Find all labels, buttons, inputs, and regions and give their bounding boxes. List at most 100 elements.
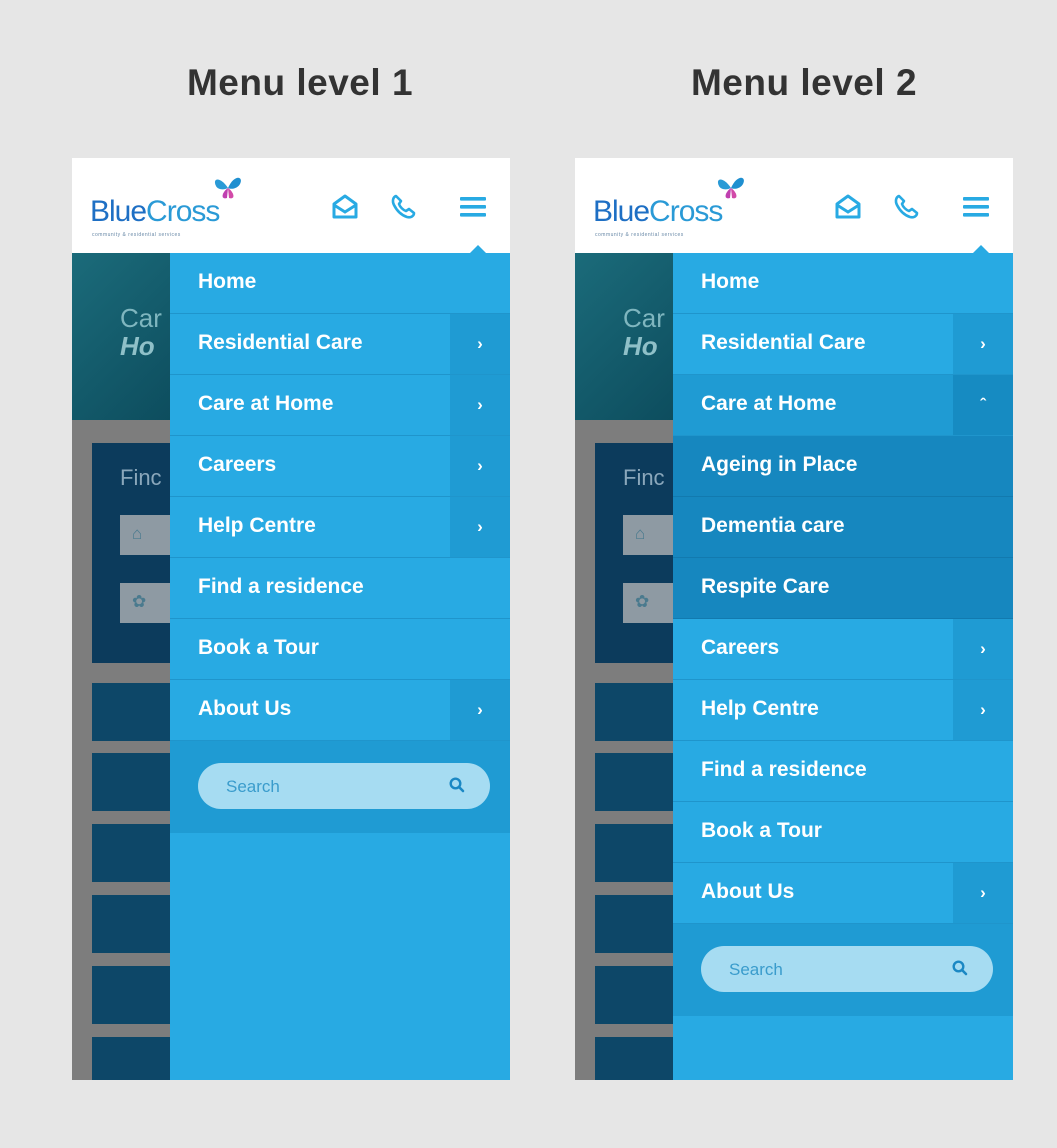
search-icon[interactable] (951, 959, 969, 977)
menu-item-find-a-residence[interactable]: Find a residence (170, 558, 510, 619)
hero-title-line2: Ho (623, 331, 658, 361)
menu-item-residential-care[interactable]: Residential Care › (170, 314, 510, 375)
phone-icon[interactable] (388, 192, 418, 222)
page-block (92, 966, 170, 1024)
hero-banner: Car Ho (72, 253, 170, 420)
logo-wordmark: BlueCross (90, 195, 220, 228)
menu-item-label: Help Centre (198, 514, 316, 537)
find-home-button[interactable]: ⌂ (623, 515, 673, 555)
chevron-right-icon[interactable]: › (953, 314, 1013, 374)
menu-item-label: About Us (701, 880, 795, 903)
home-icon: ⌂ (635, 524, 646, 543)
mail-icon[interactable] (330, 192, 360, 222)
phone-icon[interactable] (891, 192, 921, 222)
menu-item-label: Find a residence (701, 758, 867, 781)
menu-level-1-title: Menu level 1 (186, 62, 414, 103)
search-box[interactable] (198, 763, 490, 809)
submenu-item-label: Ageing in Place (701, 453, 858, 476)
submenu-item-respite-care[interactable]: Respite Care (673, 558, 1013, 619)
hamburger-menu-icon[interactable] (961, 192, 991, 222)
search-input[interactable] (224, 774, 438, 800)
menu-item-about-us[interactable]: About Us › (673, 863, 1013, 924)
chevron-right-icon[interactable]: › (450, 375, 510, 435)
hamburger-menu-icon[interactable] (458, 192, 488, 222)
menu-item-book-a-tour[interactable]: Book a Tour (170, 619, 510, 680)
find-butterfly-button[interactable]: ✿ (623, 583, 673, 623)
chevron-right-icon[interactable]: › (450, 436, 510, 496)
hero-banner: Car Ho (575, 253, 673, 420)
submenu-item-ageing-in-place[interactable]: Ageing in Place (673, 436, 1013, 497)
find-panel-label: Finc (623, 465, 665, 490)
chevron-right-icon[interactable]: › (450, 314, 510, 374)
menu-item-label: Help Centre (701, 697, 819, 720)
menu-item-about-us[interactable]: About Us › (170, 680, 510, 741)
page-block (595, 824, 673, 882)
page-block (595, 895, 673, 953)
find-home-button[interactable]: ⌂ (120, 515, 170, 555)
menu-item-label: Careers (701, 636, 780, 659)
chevron-right-icon[interactable]: › (450, 497, 510, 557)
chevron-right-icon[interactable]: › (953, 680, 1013, 740)
site-header: BlueCross community & residential servic… (575, 158, 1013, 254)
menu-level-2-title: Menu level 2 (690, 62, 918, 103)
home-icon: ⌂ (132, 524, 143, 543)
menu-item-find-a-residence[interactable]: Find a residence (673, 741, 1013, 802)
logo-wordmark: BlueCross (593, 195, 723, 228)
mobile-screen-level-2: Car Ho Finc ⌂ ✿ BlueCross community & re… (575, 158, 1013, 1080)
search-box[interactable] (701, 946, 993, 992)
search-icon[interactable] (448, 776, 466, 794)
bluecross-logo[interactable]: BlueCross community & residential servic… (90, 172, 260, 242)
butterfly-icon: ✿ (635, 592, 650, 611)
menu-item-book-a-tour[interactable]: Book a Tour (673, 802, 1013, 863)
hero-title-line1: Car (623, 303, 665, 333)
page-block (92, 683, 170, 741)
nav-menu-level-1: Home Residential Care › Care at Home › Car… (170, 253, 510, 1080)
menu-item-label: Care at Home (198, 392, 334, 415)
submenu-item-label: Respite Care (701, 575, 830, 598)
chevron-right-icon[interactable]: › (953, 863, 1013, 923)
menu-item-label: Find a residence (198, 575, 364, 598)
nav-menu-level-2: Home Residential Care › Care at Home ˆ Age… (673, 253, 1013, 1080)
submenu-item-label: Dementia care (701, 514, 845, 537)
submenu-item-dementia-care[interactable]: Dementia care (673, 497, 1013, 558)
page-block (92, 753, 170, 811)
chevron-up-icon[interactable]: ˆ (953, 375, 1013, 435)
menu-item-home[interactable]: Home (170, 253, 510, 314)
page-block (595, 753, 673, 811)
menu-item-residential-care[interactable]: Residential Care › (673, 314, 1013, 375)
search-input[interactable] (727, 957, 941, 983)
search-area (673, 924, 1013, 1016)
menu-item-care-at-home[interactable]: Care at Home › (170, 375, 510, 436)
logo-tagline: community & residential services (595, 232, 684, 238)
menu-item-label: About Us (198, 697, 292, 720)
menu-item-label: Care at Home (701, 392, 837, 415)
menu-item-label: Book a Tour (198, 636, 319, 659)
find-panel-label: Finc (120, 465, 162, 490)
page-block (595, 683, 673, 741)
butterfly-icon: ✿ (132, 592, 147, 611)
menu-item-care-at-home-expanded[interactable]: Care at Home ˆ (673, 375, 1013, 436)
menu-item-label: Careers (198, 453, 277, 476)
menu-item-careers[interactable]: Careers › (170, 436, 510, 497)
chevron-right-icon[interactable]: › (953, 619, 1013, 679)
page-block (595, 966, 673, 1024)
menu-item-help-centre[interactable]: Help Centre › (170, 497, 510, 558)
menu-item-home[interactable]: Home (673, 253, 1013, 314)
menu-item-label: Home (701, 270, 760, 293)
menu-item-label: Home (198, 270, 257, 293)
logo-tagline: community & residential services (92, 232, 181, 238)
page-block (92, 824, 170, 882)
menu-item-label: Book a Tour (701, 819, 822, 842)
page-block (595, 1037, 673, 1080)
bluecross-logo[interactable]: BlueCross community & residential servic… (593, 172, 763, 242)
mail-icon[interactable] (833, 192, 863, 222)
mobile-screen-level-1: Car Ho Finc ⌂ ✿ BlueCross community & re… (72, 158, 510, 1080)
site-header: BlueCross community & residential servic… (72, 158, 510, 254)
menu-item-help-centre[interactable]: Help Centre › (673, 680, 1013, 741)
find-butterfly-button[interactable]: ✿ (120, 583, 170, 623)
menu-item-label: Residential Care (701, 331, 866, 354)
page-block (92, 895, 170, 953)
page-block (92, 1037, 170, 1080)
menu-item-careers[interactable]: Careers › (673, 619, 1013, 680)
chevron-right-icon[interactable]: › (450, 680, 510, 740)
